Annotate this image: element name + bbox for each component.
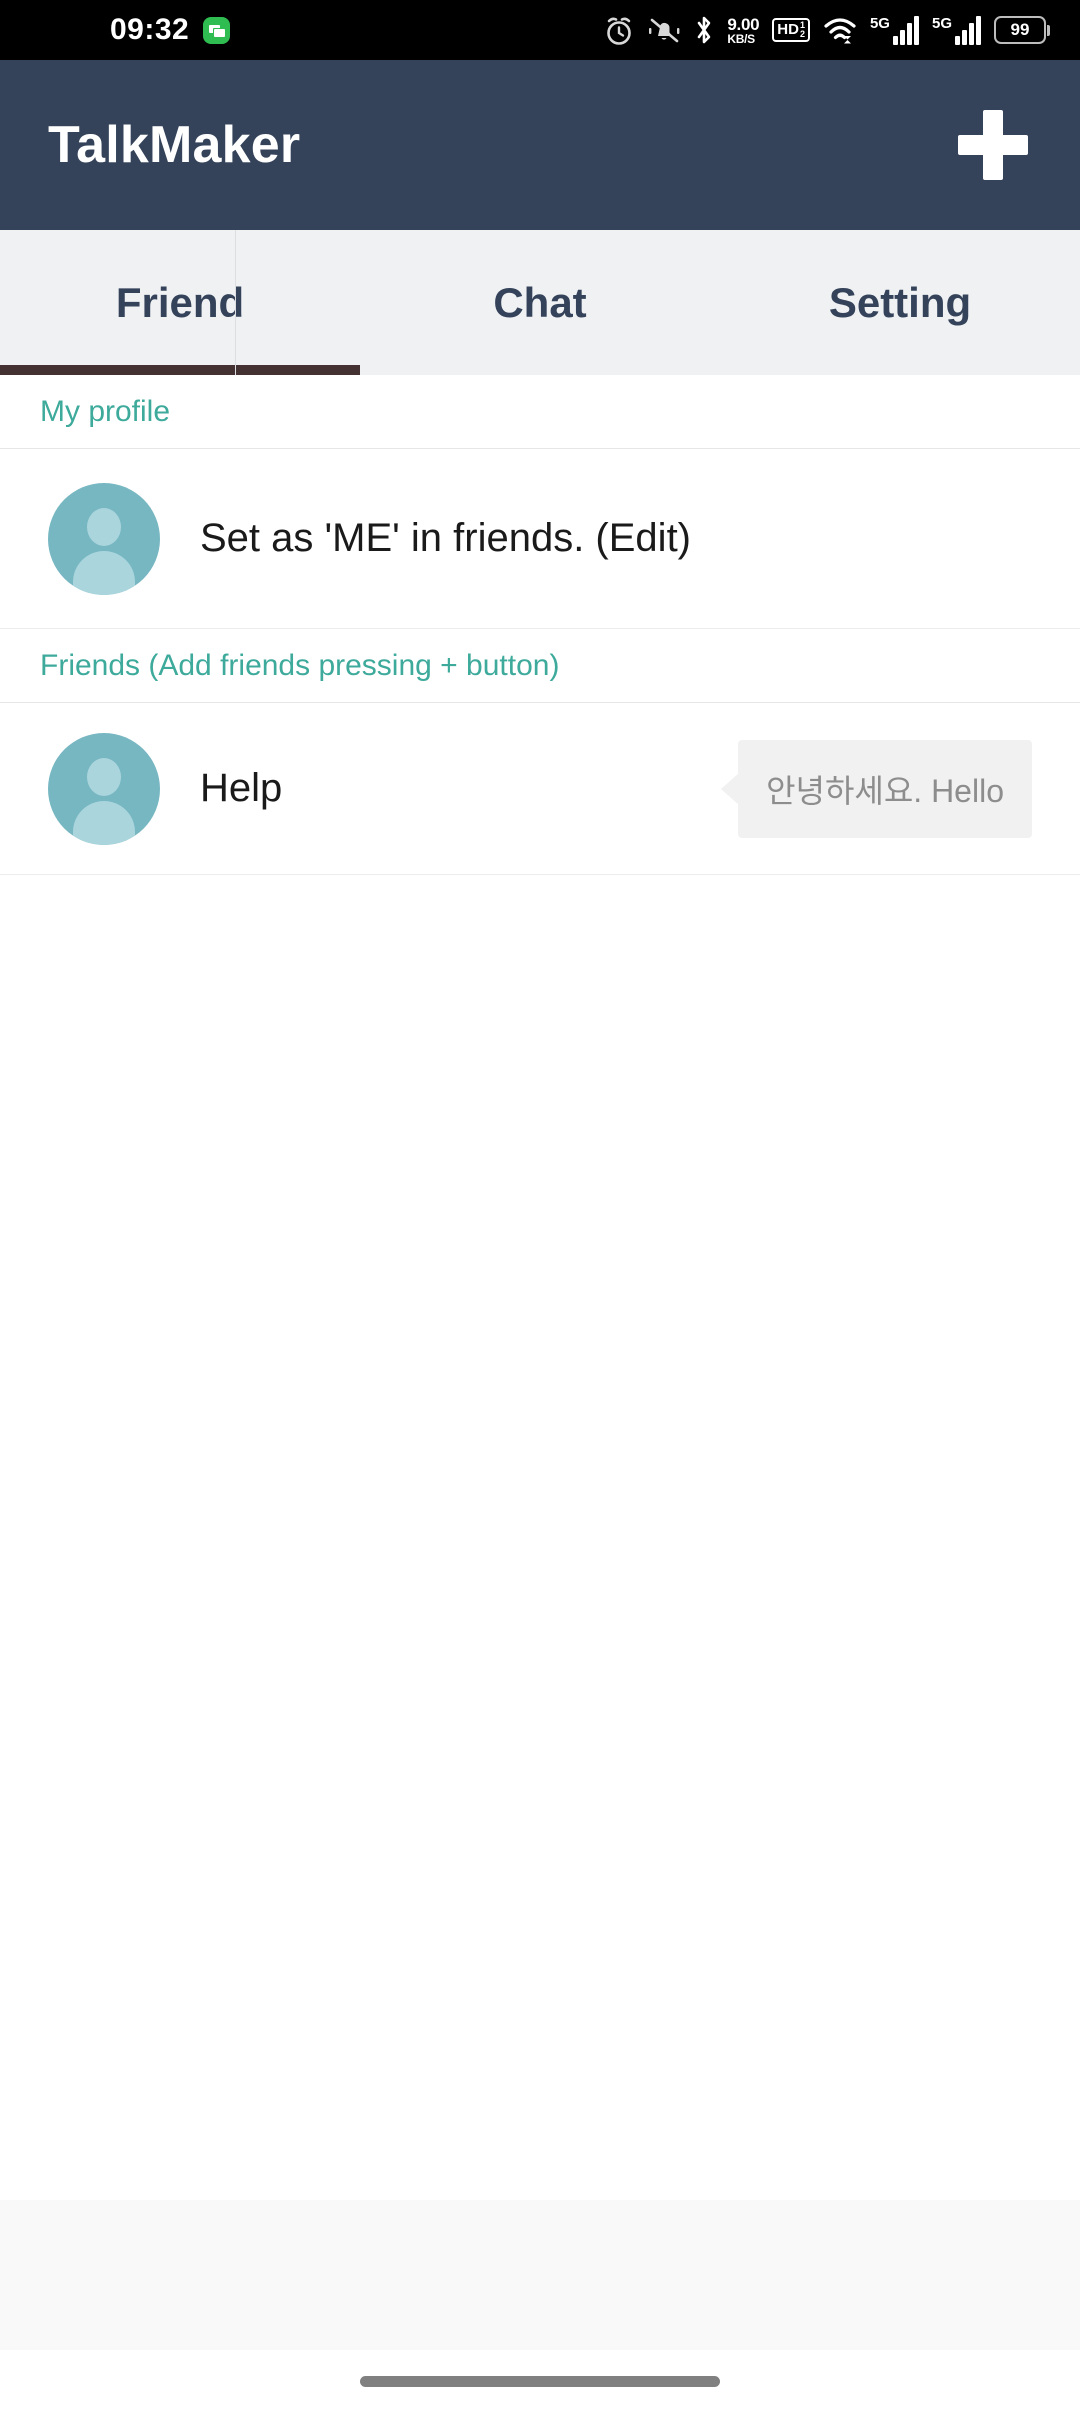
app-bar: TalkMaker (0, 60, 1080, 230)
network-speed-indicator: 9.00 KB/S (727, 16, 759, 45)
section-header-my-profile-label: My profile (40, 394, 171, 428)
tab-divider (235, 230, 236, 375)
wifi-icon (824, 18, 856, 44)
battery-nub-icon (1047, 24, 1050, 36)
tab-chat-label: Chat (493, 278, 587, 326)
alarm-clock-icon (607, 17, 632, 45)
hd-fraction: 1 2 (800, 21, 805, 39)
friend-name: Help (200, 766, 283, 810)
tab-friend[interactable]: Friend (0, 230, 360, 375)
section-header-friends-label: Friends (Add friends pressing + button) (40, 648, 560, 682)
network-speed-unit: KB/S (727, 31, 755, 46)
my-profile-label: Set as 'ME' in friends. (Edit) (200, 516, 691, 560)
friend-list: My profile Set as 'ME' in friends. (Edit… (0, 375, 1080, 875)
hd-voice-icon: HD 1 2 (772, 18, 810, 42)
sim1-signal-indicator: 5G (870, 15, 919, 45)
my-profile-row[interactable]: Set as 'ME' in friends. (Edit) (0, 449, 1080, 629)
page-title: TalkMaker (48, 116, 301, 174)
empty-list-area (0, 875, 1080, 2200)
status-bar: 09:32 9.00 KB/S HD 1 2 5G 5G 99 (0, 0, 1080, 60)
person-icon-body (73, 550, 135, 595)
ad-placeholder-band (0, 2200, 1080, 2350)
sim2-signal-bars (955, 15, 981, 45)
battery-indicator: 99 (994, 16, 1050, 44)
tab-friend-label: Friend (115, 278, 245, 326)
status-bar-left: 09:32 (110, 13, 231, 46)
person-icon-head (87, 757, 121, 796)
sim2-network-type: 5G (931, 15, 952, 32)
list-item[interactable]: Help 안녕하세요. Hello (0, 703, 1080, 875)
system-navigation-bar (0, 2350, 1080, 2412)
chat-bubble-icon (203, 16, 231, 44)
bell-muted-icon (649, 18, 680, 43)
tab-chat[interactable]: Chat (360, 230, 720, 375)
sim1-signal-bars (892, 15, 919, 45)
status-bar-right: 9.00 KB/S HD 1 2 5G 5G 99 (604, 0, 1050, 60)
avatar (48, 732, 160, 845)
plus-icon-vertical (983, 110, 1003, 180)
hd-label: HD (777, 21, 799, 39)
tab-bar: Friend Chat Setting (0, 230, 1080, 375)
gesture-home-pill[interactable] (360, 2375, 720, 2387)
person-icon-head (87, 507, 121, 546)
person-icon-body (73, 800, 135, 845)
sim1-network-type: 5G (869, 15, 890, 32)
add-friend-button[interactable] (958, 110, 1028, 180)
sim2-signal-indicator: 5G (932, 15, 981, 45)
hd-sub: 2 (799, 29, 805, 39)
section-header-friends: Friends (Add friends pressing + button) (0, 629, 1080, 703)
avatar (48, 482, 160, 595)
section-header-my-profile: My profile (0, 375, 1080, 449)
friend-status-bubble: 안녕하세요. Hello (738, 739, 1032, 838)
bluetooth-icon (698, 16, 711, 44)
battery-level-text: 99 (994, 16, 1046, 44)
tab-setting-label: Setting (828, 278, 972, 326)
status-bar-clock: 09:32 (110, 13, 190, 46)
network-speed-value: 9.00 (727, 14, 760, 34)
tab-setting[interactable]: Setting (720, 230, 1080, 375)
